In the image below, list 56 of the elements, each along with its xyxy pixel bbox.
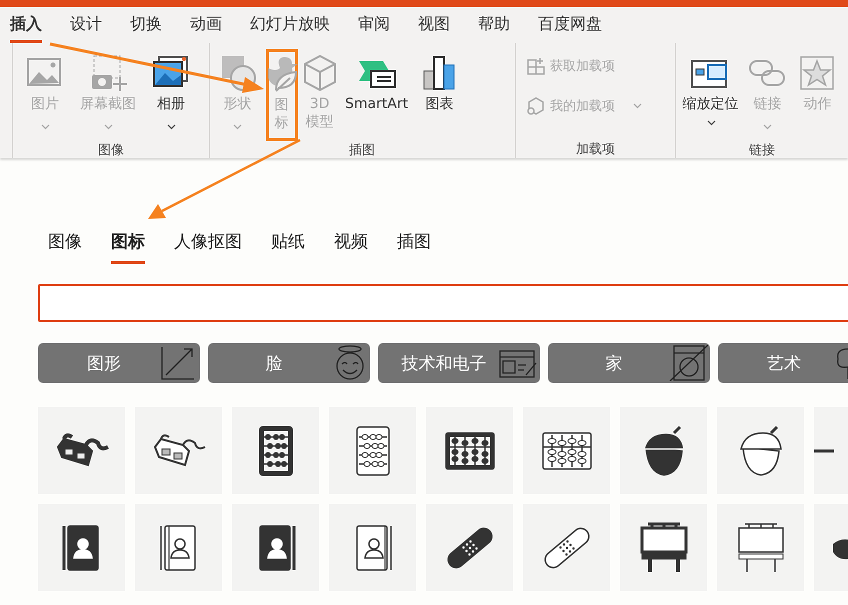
icon-option[interactable] bbox=[329, 407, 416, 494]
ribbon-command[interactable]: SmartArt bbox=[342, 49, 412, 141]
chevron-down-icon bbox=[104, 124, 112, 130]
group-label: 加载项 bbox=[576, 142, 616, 157]
dialog-tab[interactable]: 人像抠图 bbox=[174, 228, 242, 264]
icon-option[interactable] bbox=[523, 504, 610, 591]
icon-option[interactable] bbox=[232, 407, 319, 494]
category-button[interactable]: 脸 bbox=[208, 343, 370, 383]
dialog-tab[interactable]: 图标 bbox=[111, 228, 145, 264]
dialog-tab[interactable]: 图像 bbox=[48, 228, 82, 264]
ribbon-tab[interactable]: 插入 bbox=[10, 13, 42, 43]
icon-option[interactable] bbox=[620, 407, 707, 494]
ribbon-command[interactable]: 相册 bbox=[143, 49, 199, 141]
ribbon-tab[interactable]: 动画 bbox=[190, 13, 222, 43]
category-button[interactable]: 技术和电子 bbox=[378, 343, 540, 383]
category-button[interactable]: 家 bbox=[548, 343, 710, 383]
chevron-down-icon bbox=[762, 124, 772, 130]
ribbon-tab[interactable]: 帮助 bbox=[478, 13, 510, 43]
ribbon-command[interactable]: 缩放定位 bbox=[680, 49, 740, 141]
dialog-tab[interactable]: 贴纸 bbox=[271, 228, 305, 264]
ribbon-tab[interactable]: 百度网盘 bbox=[538, 13, 602, 43]
icon-option[interactable] bbox=[620, 504, 707, 591]
icon-option[interactable] bbox=[329, 504, 416, 591]
dialog-tab[interactable]: 视频 bbox=[334, 228, 368, 264]
icon-option[interactable] bbox=[717, 407, 804, 494]
group-label: 链接 bbox=[749, 143, 776, 158]
icon-option[interactable] bbox=[717, 504, 804, 591]
icon-option[interactable] bbox=[426, 504, 513, 591]
chevron-down-icon bbox=[233, 124, 242, 130]
chevron-down-icon bbox=[632, 103, 642, 109]
ribbon-command[interactable]: 图表 bbox=[416, 49, 464, 141]
chevron-down-icon bbox=[166, 124, 176, 130]
ribbon-tab[interactable]: 视图 bbox=[418, 13, 450, 43]
icon-option[interactable] bbox=[232, 504, 319, 591]
category-button[interactable]: 艺术 bbox=[718, 343, 848, 383]
icon-option[interactable] bbox=[523, 407, 610, 494]
group-label: 插图 bbox=[349, 143, 376, 158]
icon-option[interactable] bbox=[135, 407, 222, 494]
add-grid-icon bbox=[526, 56, 546, 76]
category-button[interactable]: 图形 bbox=[38, 343, 200, 383]
dialog-tab[interactable]: 插图 bbox=[397, 228, 431, 264]
group-label: 图像 bbox=[98, 143, 124, 158]
chevron-down-icon bbox=[40, 124, 50, 130]
dash-icon bbox=[814, 448, 834, 452]
search-field[interactable] bbox=[38, 284, 848, 322]
icon-option[interactable] bbox=[38, 407, 125, 494]
ribbon-tab[interactable]: 切换 bbox=[130, 13, 162, 43]
ribbon-tab[interactable]: 设计 bbox=[70, 13, 102, 43]
hexagon-icon bbox=[526, 96, 546, 116]
ribbon-tab[interactable]: 幻灯片放映 bbox=[250, 13, 330, 43]
icon-option[interactable] bbox=[38, 504, 125, 591]
crossed-washing-machine-icon bbox=[668, 345, 708, 381]
chevron-down-icon bbox=[707, 120, 716, 126]
icon-option[interactable] bbox=[135, 504, 222, 591]
ribbon-tab[interactable]: 审阅 bbox=[358, 13, 390, 43]
icon-option[interactable] bbox=[426, 407, 513, 494]
